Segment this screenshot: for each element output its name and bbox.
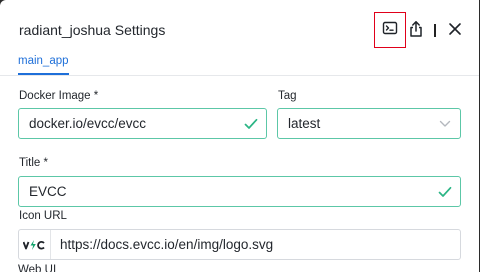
docker-image-label: Docker Image * (19, 90, 99, 102)
terminal-button[interactable] (374, 12, 406, 48)
title-value: EVCC (29, 184, 67, 199)
icon-url-label: Icon URL (19, 210, 67, 222)
chevron-down-icon (430, 120, 460, 128)
web-ui-label: Web UI (18, 264, 57, 272)
title-field[interactable]: EVCC (18, 176, 461, 207)
tag-select[interactable]: latest (277, 108, 461, 139)
tab-main-app[interactable]: main_app (18, 55, 69, 75)
evcc-logo-icon (19, 230, 51, 259)
tab-bar: main_app (0, 48, 479, 76)
close-icon (448, 22, 462, 41)
share-icon (408, 20, 424, 43)
tag-value: latest (288, 116, 321, 131)
terminal-icon (382, 20, 398, 41)
check-icon (236, 118, 266, 130)
header-divider (434, 24, 436, 37)
icon-url-value: https://docs.evcc.io/en/img/logo.svg (60, 237, 274, 252)
tag-label: Tag (278, 90, 297, 102)
share-button[interactable] (403, 18, 429, 44)
settings-dialog: radiant_joshua Settings main_app Docker … (0, 0, 479, 272)
icon-url-field[interactable]: https://docs.evcc.io/en/img/logo.svg (18, 229, 461, 260)
title-label: Title * (19, 157, 48, 169)
close-button[interactable] (442, 18, 468, 44)
check-icon (430, 186, 460, 198)
docker-image-value: docker.io/evcc/evcc (29, 116, 147, 131)
docker-image-field[interactable]: docker.io/evcc/evcc (18, 108, 267, 139)
dialog-title: radiant_joshua Settings (19, 22, 166, 38)
